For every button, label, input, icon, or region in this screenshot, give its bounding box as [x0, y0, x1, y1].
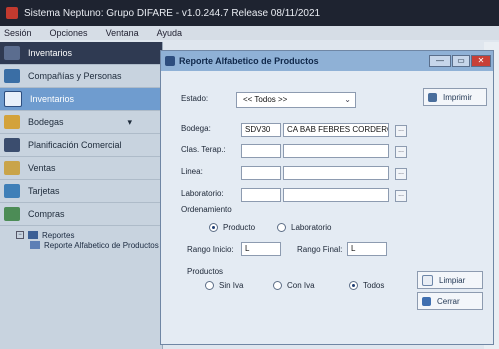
clas-terap-label: Clas. Terap.:	[181, 145, 226, 154]
radio-todos-label: Todos	[363, 281, 385, 290]
estado-select[interactable]: << Todos >> ⌄	[236, 92, 356, 108]
sidebar-item-bodegas[interactable]: Bodegas ▾	[0, 111, 162, 134]
sales-icon	[4, 161, 20, 175]
sidebar-item-companias[interactable]: Compañías y Personas	[0, 65, 162, 88]
sidebar-item-label: Compras	[28, 209, 65, 219]
app-title: Sistema Neptuno: Grupo DIFARE - v1.0.244…	[24, 7, 321, 19]
radio-sin-iva-label: Sin Iva	[219, 281, 244, 290]
bodega-lookup-button[interactable]: ...	[395, 125, 407, 137]
laboratorio-code-input[interactable]	[241, 188, 281, 202]
limpiar-button[interactable]: Limpiar	[417, 271, 483, 289]
calendar-icon	[4, 138, 20, 152]
reports-tree: − Reportes Reporte Alfabetico de Product…	[0, 226, 162, 250]
sidebar-item-label: Planificación Comercial	[28, 140, 122, 150]
tree-folder-reportes[interactable]: − Reportes	[16, 230, 162, 240]
bodega-label: Bodega:	[181, 124, 211, 133]
sidebar-item-label: Tarjetas	[28, 186, 60, 196]
rango-inicio-label: Rango Inicio:	[187, 245, 234, 254]
productos-label: Productos	[187, 267, 224, 276]
radio-con-iva[interactable]: Con Iva	[273, 281, 315, 290]
chevron-down-icon: ▾	[127, 116, 132, 127]
cerrar-button[interactable]: Cerrar	[417, 292, 483, 310]
rango-inicio-input[interactable]: L	[241, 242, 281, 256]
bodega-name-input[interactable]: CA BAB FEBRES CORDERO	[283, 123, 389, 137]
radio-todos-indicator	[349, 281, 358, 290]
estado-label: Estado:	[181, 94, 209, 103]
radio-con-iva-indicator	[273, 281, 282, 290]
app-icon	[6, 7, 18, 19]
chevron-down-icon: ⌄	[344, 95, 351, 104]
menu-opciones[interactable]: Opciones	[50, 28, 88, 38]
warehouse-icon	[4, 115, 20, 129]
collapse-icon[interactable]: −	[16, 231, 24, 239]
app-window: Sistema Neptuno: Grupo DIFARE - v1.0.244…	[0, 0, 499, 349]
ordenamiento-label: Ordenamiento	[181, 205, 232, 214]
sidebar-item-inventarios[interactable]: Inventarios	[0, 88, 162, 111]
sidebar-item-label: Ventas	[28, 163, 56, 173]
report-dialog: Reporte Alfabetico de Productos — ▭ ✕ Es…	[160, 50, 494, 345]
linea-label: Linea:	[181, 167, 203, 176]
close-icon	[422, 296, 431, 306]
tree-folder-label: Reportes	[42, 230, 75, 240]
report-icon	[30, 241, 40, 249]
sidebar-item-label: Inventarios	[30, 94, 75, 104]
linea-lookup-button[interactable]: ...	[395, 168, 407, 180]
dialog-title: Reporte Alfabetico de Productos	[179, 56, 319, 66]
radio-producto-label: Producto	[223, 223, 256, 232]
cart-icon	[4, 207, 20, 221]
sidebar-item-ventas[interactable]: Ventas	[0, 157, 162, 180]
radio-laboratorio[interactable]: Laboratorio	[277, 223, 331, 232]
radio-sin-iva-indicator	[205, 281, 214, 290]
menu-bar: Sesión Opciones Ventana Ayuda	[0, 26, 499, 40]
title-bar: Sistema Neptuno: Grupo DIFARE - v1.0.244…	[0, 0, 499, 26]
dialog-icon	[165, 56, 175, 66]
menu-sesion[interactable]: Sesión	[4, 28, 32, 38]
card-icon	[4, 184, 20, 198]
tree-item-reporte[interactable]: Reporte Alfabetico de Productos	[16, 240, 162, 250]
laboratorio-name-input[interactable]	[283, 188, 389, 202]
menu-ventana[interactable]: Ventana	[106, 28, 139, 38]
sidebar-item-tarjetas[interactable]: Tarjetas	[0, 180, 162, 203]
clas-terap-name-input[interactable]	[283, 144, 389, 158]
imprimir-button[interactable]: Imprimir	[423, 88, 487, 106]
sidebar-header-inventarios[interactable]: Inventarios	[0, 42, 162, 65]
radio-laboratorio-indicator	[277, 223, 286, 232]
inventory-icon	[4, 46, 20, 60]
radio-todos[interactable]: Todos	[349, 281, 384, 290]
radio-con-iva-label: Con Iva	[287, 281, 315, 290]
close-button[interactable]: ✕	[471, 55, 491, 67]
laboratorio-lookup-button[interactable]: ...	[395, 190, 407, 202]
rango-final-label: Rango Final:	[297, 245, 343, 254]
sidebar-item-label: Compañías y Personas	[28, 71, 122, 81]
sidebar-item-label: Inventarios	[28, 48, 73, 58]
linea-code-input[interactable]	[241, 166, 281, 180]
cerrar-label: Cerrar	[437, 296, 460, 306]
sidebar-item-label: Bodegas	[28, 117, 64, 127]
radio-sin-iva[interactable]: Sin Iva	[205, 281, 243, 290]
linea-name-input[interactable]	[283, 166, 389, 180]
bodega-code-input[interactable]: SDV30	[241, 123, 281, 137]
radio-producto[interactable]: Producto	[209, 223, 255, 232]
clas-terap-code-input[interactable]	[241, 144, 281, 158]
box-icon	[4, 91, 22, 107]
minimize-button[interactable]: —	[429, 55, 451, 67]
sidebar-item-planificacion[interactable]: Planificación Comercial	[0, 134, 162, 157]
folder-icon	[28, 231, 38, 239]
printer-icon	[428, 92, 437, 102]
tree-item-label: Reporte Alfabetico de Productos	[44, 240, 159, 250]
sidebar: Inventarios Compañías y Personas Inventa…	[0, 42, 163, 349]
people-icon	[4, 69, 20, 83]
radio-producto-indicator	[209, 223, 218, 232]
radio-laboratorio-label: Laboratorio	[291, 223, 332, 232]
eraser-icon	[422, 274, 433, 286]
limpiar-label: Limpiar	[439, 275, 466, 285]
imprimir-label: Imprimir	[443, 92, 472, 102]
estado-value: << Todos >>	[243, 95, 288, 104]
sidebar-item-compras[interactable]: Compras	[0, 203, 162, 226]
menu-ayuda[interactable]: Ayuda	[157, 28, 182, 38]
clas-terap-lookup-button[interactable]: ...	[395, 146, 407, 158]
laboratorio-label: Laboratorio:	[181, 189, 224, 198]
maximize-button[interactable]: ▭	[452, 55, 470, 67]
rango-final-input[interactable]: L	[347, 242, 387, 256]
